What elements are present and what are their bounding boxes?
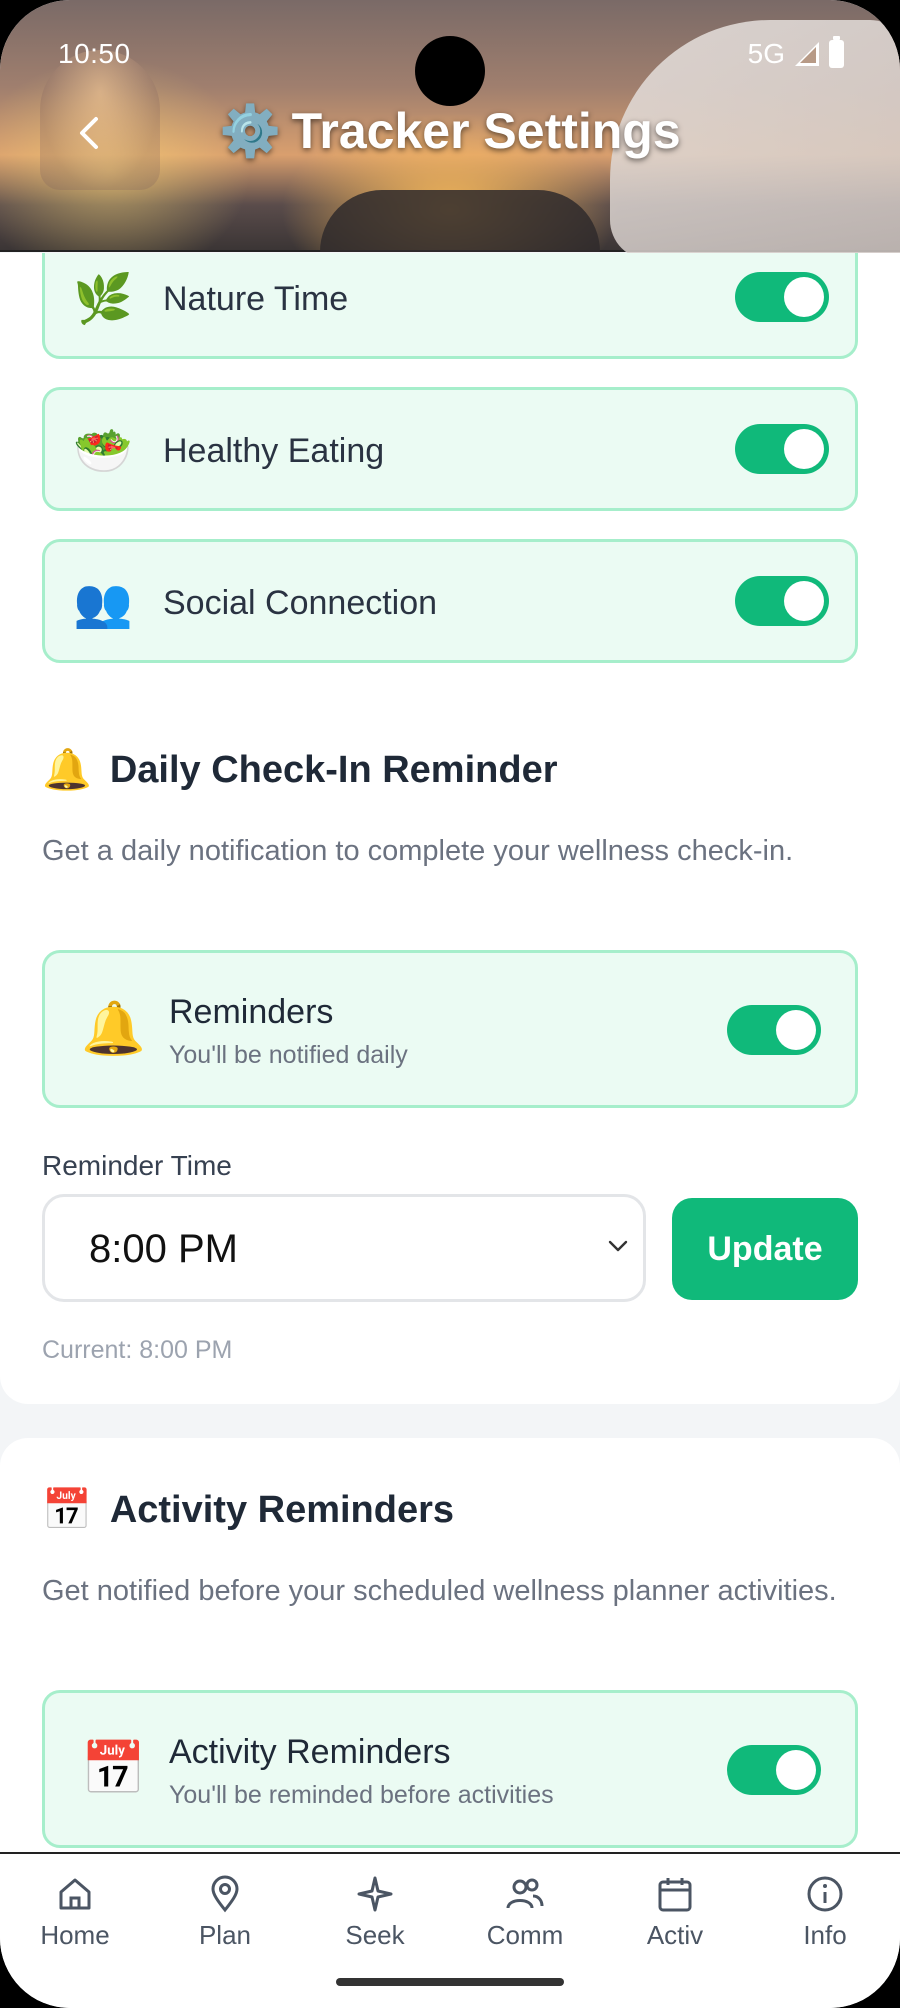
update-button[interactable]: Update [672,1198,858,1300]
tracker-label: Nature Time [163,280,349,318]
sparkle-icon [357,1876,393,1912]
nav-label: Comm [486,1920,564,1950]
section-description: Get a daily notification to complete you… [42,835,794,867]
nav-item-plan[interactable]: Plan [165,1874,285,1951]
info-icon [807,1876,843,1912]
nav-item-info[interactable]: Info [765,1874,885,1951]
tracker-label: Healthy Eating [163,432,385,470]
reminder-title: Reminders [169,993,334,1031]
reminder-time-label: Reminder Time [42,1150,232,1181]
home-icon [59,1878,91,1910]
status-time: 10:50 [58,38,131,69]
header-banner: 10:50 5G ⚙️ Tracker Settings [0,0,900,260]
people-icon: 👥 [73,577,133,630]
section-title: Daily Check-In Reminder [109,748,558,791]
toggle-knob [776,1010,816,1050]
section-description: Get notified before your scheduled welln… [42,1575,837,1607]
daily-checkin-header: 🔔 Daily Check-In Reminder [42,748,558,792]
salad-icon: 🥗 [73,425,133,478]
toggle-knob [784,277,824,317]
header-background-mountain [320,190,600,252]
page-title-text: Tracker Settings [291,103,681,159]
nav-label: Info [803,1920,847,1950]
reminder-time-select[interactable]: 8:00 PM [42,1194,646,1302]
nav-label: Seek [345,1920,405,1950]
nav-label: Home [40,1920,110,1950]
page-title: ⚙️ Tracker Settings [0,102,900,161]
status-indicators: 5G [747,36,844,70]
map-pin-icon [211,1875,239,1913]
nav-item-home[interactable]: Home [15,1874,135,1951]
healthy-eating-toggle[interactable] [735,424,829,474]
network-label: 5G [747,38,785,69]
scroll-content[interactable]: 🌿 Nature Time 🥗 Healthy Eating 👥 Social … [0,253,900,1853]
tracker-label: Social Connection [163,584,438,622]
reminder-subtitle: You'll be reminded before activities [169,1781,554,1809]
home-indicator[interactable] [336,1978,564,1986]
app-screen: 10:50 5G ⚙️ Tracker Settings 🌿 Nature Tim… [0,0,900,2008]
reminder-subtitle: You'll be notified daily [169,1041,408,1069]
tracker-row-healthy-eating[interactable]: 🥗 Healthy Eating [42,387,858,511]
nature-time-toggle[interactable] [735,272,829,322]
chevron-down-icon [608,1240,628,1252]
toggle-knob [784,429,824,469]
nav-item-activ[interactable]: Activ [615,1874,735,1951]
tracker-row-social-connection[interactable]: 👥 Social Connection [42,539,858,663]
toggle-knob [784,581,824,621]
daily-reminders-row[interactable]: 🔔 Reminders You'll be notified daily [42,950,858,1108]
calendar-icon [658,1878,692,1912]
status-bar: 10:50 5G [0,0,900,110]
daily-checkin-card: 🔔 Daily Check-In Reminder Get a daily no… [0,698,900,1404]
current-time-text: Current: 8:00 PM [42,1336,233,1364]
calendar-icon: 📅 [42,1488,92,1532]
social-connection-toggle[interactable] [735,576,829,626]
activity-reminders-card: 📅 Activity Reminders Get notified before… [0,1438,900,1853]
herb-icon: 🌿 [73,273,133,326]
activity-reminders-header: 📅 Activity Reminders [42,1488,454,1532]
users-icon [506,1878,544,1909]
nav-item-comm[interactable]: Comm [465,1874,585,1951]
signal-icon [795,42,819,66]
nav-item-seek[interactable]: Seek [315,1874,435,1951]
gear-icon: ⚙️ [219,103,282,159]
daily-reminders-toggle[interactable] [727,1005,821,1055]
camera-cutout [415,36,485,106]
reminder-title: Activity Reminders [169,1733,451,1771]
nav-label: Plan [198,1920,252,1950]
toggle-knob [776,1750,816,1790]
bell-icon: 🔔 [81,1000,146,1058]
section-title: Activity Reminders [109,1488,455,1531]
battery-icon [829,36,844,68]
nav-label: Activ [646,1920,704,1950]
tracker-row-nature-time[interactable]: 🌿 Nature Time [42,253,858,359]
activity-reminders-row[interactable]: 📅 Activity Reminders You'll be reminded … [42,1690,858,1848]
bell-icon: 🔔 [42,748,92,792]
activity-reminders-toggle[interactable] [727,1745,821,1795]
calendar-icon: 📅 [81,1740,146,1798]
reminder-time-value: 8:00 PM [89,1227,238,1271]
